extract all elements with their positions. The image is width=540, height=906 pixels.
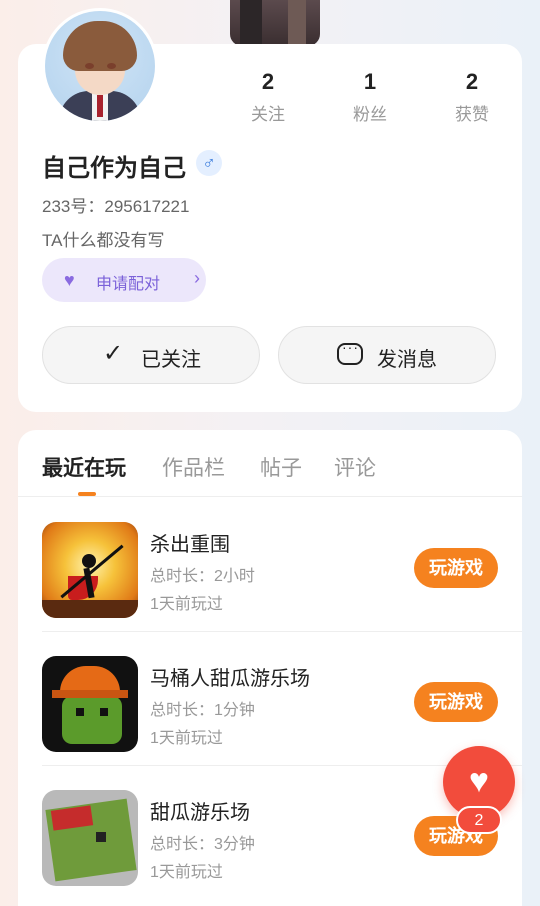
- user-bio: TA什么都没有写: [42, 231, 165, 250]
- stat-likes-label: 获赞: [455, 105, 489, 124]
- game-last-played: 1天前玩过: [150, 730, 223, 747]
- game-icon: [42, 790, 138, 886]
- game-icon: [42, 656, 138, 752]
- username: 自己作为自己: [42, 155, 186, 182]
- apply-pair-button[interactable]: ♥ 申请配对 ›: [42, 258, 206, 302]
- play-game-button[interactable]: 玩游戏: [414, 548, 498, 588]
- like-count-badge: 2: [456, 806, 502, 834]
- stat-following-label: 关注: [251, 105, 285, 124]
- male-icon: ♂: [196, 150, 222, 176]
- game-duration: 总时长：3分钟: [150, 836, 255, 853]
- stat-likes-count: 2: [465, 69, 479, 94]
- followed-button[interactable]: ✓ 已关注: [42, 326, 260, 384]
- stat-followers-label: 粉丝: [353, 105, 387, 124]
- stat-following-count: 2: [261, 69, 275, 94]
- list-item[interactable]: 杀出重围 总时长：2小时 1天前玩过 玩游戏: [18, 498, 522, 632]
- game-duration: 总时长：1分钟: [150, 702, 255, 719]
- list-item[interactable]: 马桶人甜瓜游乐场 总时长：1分钟 1天前玩过 玩游戏: [18, 632, 522, 766]
- game-last-played: 1天前玩过: [150, 864, 223, 881]
- game-title: 杀出重围: [150, 534, 230, 556]
- followed-label: 已关注: [141, 349, 201, 371]
- game-icon: [42, 522, 138, 618]
- checkmark-icon: ✓: [103, 340, 124, 367]
- profile-stats: 2 关注 1 粉丝 2 获赞: [228, 68, 518, 128]
- apply-pair-label: 申请配对: [96, 276, 161, 293]
- heart-icon: ♥: [64, 270, 75, 290]
- stat-followers-count: 1: [363, 69, 377, 94]
- tab-recently-played[interactable]: 最近在玩: [42, 452, 126, 482]
- game-title: 甜瓜游乐场: [150, 802, 250, 824]
- heart-icon: ♥: [468, 762, 490, 800]
- tab-posts[interactable]: 帖子: [260, 452, 302, 482]
- game-last-played: 1天前玩过: [150, 596, 223, 613]
- chevron-right-icon: ›: [194, 268, 200, 288]
- game-duration: 总时长：2小时: [150, 568, 255, 585]
- send-message-button[interactable]: 发消息: [278, 326, 496, 384]
- stat-followers[interactable]: 1 粉丝: [330, 68, 410, 125]
- chat-bubble-icon: [337, 339, 363, 365]
- content-panel: 最近在玩 作品栏 帖子 评论 杀出重围 总时长：2小时 1天前玩过 玩游戏 马桶…: [18, 430, 522, 906]
- tabs-divider: [18, 496, 522, 497]
- stat-likes[interactable]: 2 获赞: [432, 68, 512, 125]
- play-game-button[interactable]: 玩游戏: [414, 682, 498, 722]
- game-title: 马桶人甜瓜游乐场: [150, 668, 310, 690]
- stat-following[interactable]: 2 关注: [228, 68, 308, 125]
- avatar[interactable]: [42, 8, 158, 124]
- tab-comments[interactable]: 评论: [334, 452, 376, 482]
- user-id: 233号：295617221: [42, 197, 190, 216]
- send-message-label: 发消息: [377, 349, 437, 371]
- tab-works[interactable]: 作品栏: [162, 452, 225, 482]
- profile-card: 2 关注 1 粉丝 2 获赞 自己作为自己 ♂ 233号：295617221 T…: [18, 8, 522, 412]
- header-character-art: [230, 0, 320, 46]
